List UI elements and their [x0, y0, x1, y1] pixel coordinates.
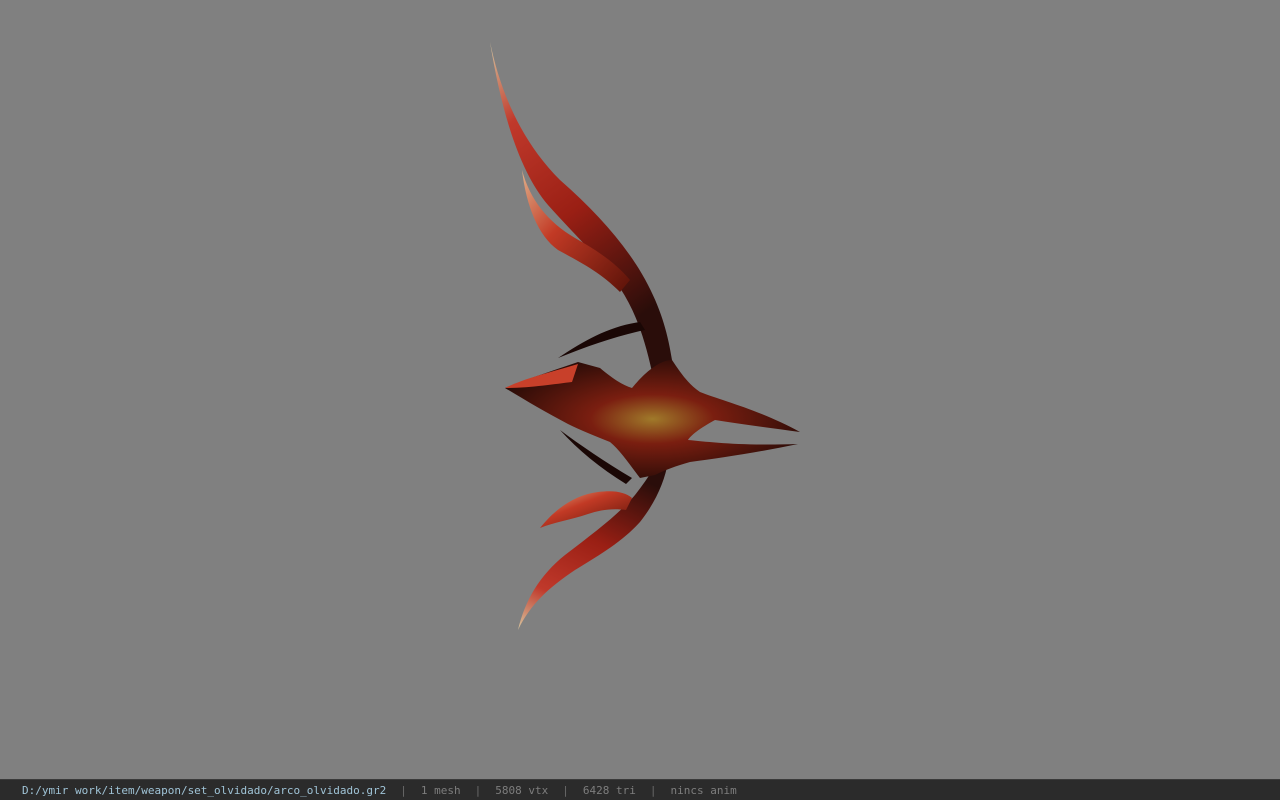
3d-viewport[interactable] — [0, 0, 1280, 779]
separator: | — [400, 783, 407, 797]
separator: | — [562, 783, 569, 797]
status-bar: D:/ymir work/item/weapon/set_olvidado/ar… — [0, 779, 1280, 800]
mesh-count: 1 mesh — [420, 783, 461, 797]
bow-upper-limb — [490, 42, 672, 372]
file-path: D:/ymir work/item/weapon/set_olvidado/ar… — [22, 783, 387, 797]
vertex-count: 5808 vtx — [495, 783, 549, 797]
animation-status: nincs anim — [670, 783, 737, 797]
bow-model[interactable] — [0, 0, 1280, 779]
triangle-count: 6428 tri — [582, 783, 636, 797]
bow-spike-upper — [558, 322, 645, 358]
separator: | — [649, 783, 657, 797]
separator: | — [474, 783, 482, 797]
